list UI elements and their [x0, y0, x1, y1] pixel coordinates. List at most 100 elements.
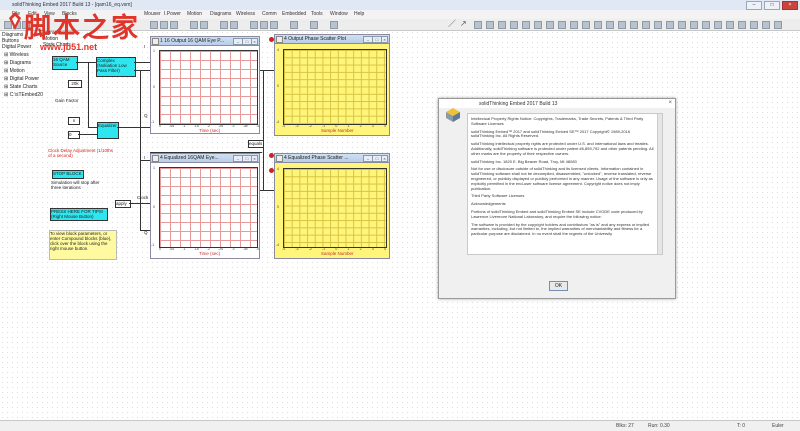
- scrollbar[interactable]: [657, 114, 662, 254]
- limit-icon[interactable]: [630, 21, 638, 29]
- plot-window-header[interactable]: 4 Output Phase Scatter Plot – □ ×: [275, 35, 389, 44]
- summing-icon[interactable]: [486, 21, 494, 29]
- menu-diagrams[interactable]: Diagrams: [210, 11, 231, 17]
- window-icon: [152, 38, 159, 45]
- minimize-button[interactable]: –: [746, 1, 762, 10]
- pause-icon[interactable]: [260, 21, 268, 29]
- redo-icon[interactable]: [200, 21, 208, 29]
- plot-window-output-scatter[interactable]: 4 Output Phase Scatter Plot – □ × 4 0 -4…: [274, 34, 390, 136]
- or-icon[interactable]: [726, 21, 734, 29]
- filter-block[interactable]: Complex (Nokiation Low Pass Filter): [96, 57, 136, 77]
- transfer-fn-icon[interactable]: [594, 21, 602, 29]
- and-icon[interactable]: [714, 21, 722, 29]
- delay-icon[interactable]: [618, 21, 626, 29]
- clock-label: Clock: [137, 195, 149, 200]
- x-tick: .05: [169, 124, 175, 128]
- tips-button[interactable]: PRESS HERE FOR TIPS! (Right Mouse Button…: [50, 208, 108, 221]
- menu-wireless[interactable]: Wireless: [236, 11, 255, 17]
- cos-icon[interactable]: [702, 21, 710, 29]
- plot-window-equalized-eye[interactable]: 4 Equalized 16QAM Eye... – □ × 1 0 -1 0 …: [150, 153, 260, 259]
- copy-icon[interactable]: [160, 21, 168, 29]
- plot-window-output-eye[interactable]: 1 16 Output 16 QAM Eye P... – □ × 1 0 -1…: [150, 36, 260, 134]
- undo-icon[interactable]: [190, 21, 198, 29]
- maximize-button[interactable]: □: [764, 1, 780, 10]
- stop-icon[interactable]: [270, 21, 278, 29]
- sin-icon[interactable]: [690, 21, 698, 29]
- run-icon[interactable]: [250, 21, 258, 29]
- buffer-icon[interactable]: [774, 21, 782, 29]
- log-icon[interactable]: [678, 21, 686, 29]
- step-icon[interactable]: [290, 21, 298, 29]
- qam-source-block[interactable]: 16 QAM Source: [52, 56, 78, 70]
- close-icon[interactable]: ×: [668, 100, 672, 106]
- state-space-icon[interactable]: [606, 21, 614, 29]
- delay-block[interactable]: 0: [68, 131, 80, 139]
- apply-block[interactable]: apply: [115, 200, 131, 208]
- tree-item[interactable]: ⊞ Digital Power: [4, 76, 39, 82]
- abs-icon[interactable]: [642, 21, 650, 29]
- x-tick: -3: [295, 124, 299, 128]
- cut-icon[interactable]: [150, 21, 158, 29]
- menu-embedded[interactable]: Embedded: [282, 11, 306, 17]
- zoom-in-icon[interactable]: [220, 21, 228, 29]
- switch-icon[interactable]: [762, 21, 770, 29]
- compound-icon[interactable]: [310, 21, 318, 29]
- arrow-tool-icon[interactable]: ↗: [460, 20, 467, 28]
- menu-motion[interactable]: Motion: [187, 11, 202, 17]
- sqrt-icon[interactable]: [654, 21, 662, 29]
- tree-item[interactable]: ⊞ C:\sTEmbed20: [4, 92, 43, 98]
- equalizer-block[interactable]: Equalizer: [97, 122, 119, 139]
- menu-window[interactable]: Window: [330, 11, 348, 17]
- close-button[interactable]: ×: [381, 155, 388, 162]
- plot-window-header[interactable]: 1 16 Output 16 QAM Eye P... – □ ×: [151, 37, 259, 46]
- close-button[interactable]: ×: [251, 155, 258, 162]
- exp-icon[interactable]: [666, 21, 674, 29]
- plot-window-equalized-scatter[interactable]: 4 Equalized Phase Scatter ... – □ × 4 0 …: [274, 153, 390, 259]
- close-button[interactable]: ×: [782, 1, 798, 10]
- compare-icon[interactable]: [750, 21, 758, 29]
- display-icon[interactable]: [546, 21, 554, 29]
- stop-block-button[interactable]: STOP BLOCK: [52, 170, 84, 179]
- close-button[interactable]: ×: [251, 38, 258, 45]
- gain-block[interactable]: 20k: [68, 80, 82, 88]
- scope-icon[interactable]: [534, 21, 542, 29]
- menu-mouser[interactable]: Mouser: [144, 11, 161, 17]
- y-tick: 0: [277, 205, 279, 209]
- menu-ipower[interactable]: I.Power: [164, 11, 181, 17]
- pid-icon[interactable]: [582, 21, 590, 29]
- constant-icon[interactable]: [510, 21, 518, 29]
- integrator-icon[interactable]: [474, 21, 482, 29]
- watermark-url: www.jb51.net: [40, 42, 98, 52]
- paste-icon[interactable]: [170, 21, 178, 29]
- license-text-box[interactable]: Intellectual Property Rights Notice: Cop…: [467, 113, 663, 255]
- license-paragraph: Third Party Software Licenses: [471, 193, 525, 199]
- y-tick: 4: [277, 48, 279, 52]
- menu-help[interactable]: Help: [354, 11, 364, 17]
- gain-icon[interactable]: [498, 21, 506, 29]
- input-port[interactable]: [269, 153, 274, 158]
- rate-block[interactable]: n: [68, 117, 80, 125]
- zoom-out-icon[interactable]: [230, 21, 238, 29]
- close-button[interactable]: ×: [381, 36, 388, 43]
- line-tool-icon[interactable]: ／: [448, 20, 456, 28]
- plot-window-header[interactable]: 4 Equalized Phase Scatter ... – □ ×: [275, 154, 389, 163]
- input-port[interactable]: [269, 37, 274, 42]
- uncompound-icon[interactable]: [330, 21, 338, 29]
- tree-item[interactable]: ⊞ Diagrams: [4, 60, 31, 66]
- tree-item[interactable]: ⊞ State Charts: [4, 84, 37, 90]
- x-tick: .4: [255, 247, 259, 251]
- not-icon[interactable]: [738, 21, 746, 29]
- menu-tools[interactable]: Tools: [311, 11, 323, 17]
- menu-comm[interactable]: Comm: [262, 11, 277, 17]
- plot-window-header[interactable]: 4 Equalized 16QAM Eye... – □ ×: [151, 154, 259, 163]
- x-tick: .3: [231, 247, 235, 251]
- trig-icon[interactable]: [558, 21, 566, 29]
- tree-item[interactable]: ⊞ Motion: [4, 68, 25, 74]
- diagram-canvas[interactable]: [0, 30, 800, 420]
- ok-button[interactable]: OK: [549, 281, 568, 291]
- plot-icon[interactable]: [522, 21, 530, 29]
- input-port[interactable]: [269, 168, 274, 173]
- math-icon[interactable]: [570, 21, 578, 29]
- equals-block[interactable]: equals: [248, 140, 264, 148]
- dialog-title-bar[interactable]: solidThinking Embed 2017 Build 13 ×: [439, 99, 675, 108]
